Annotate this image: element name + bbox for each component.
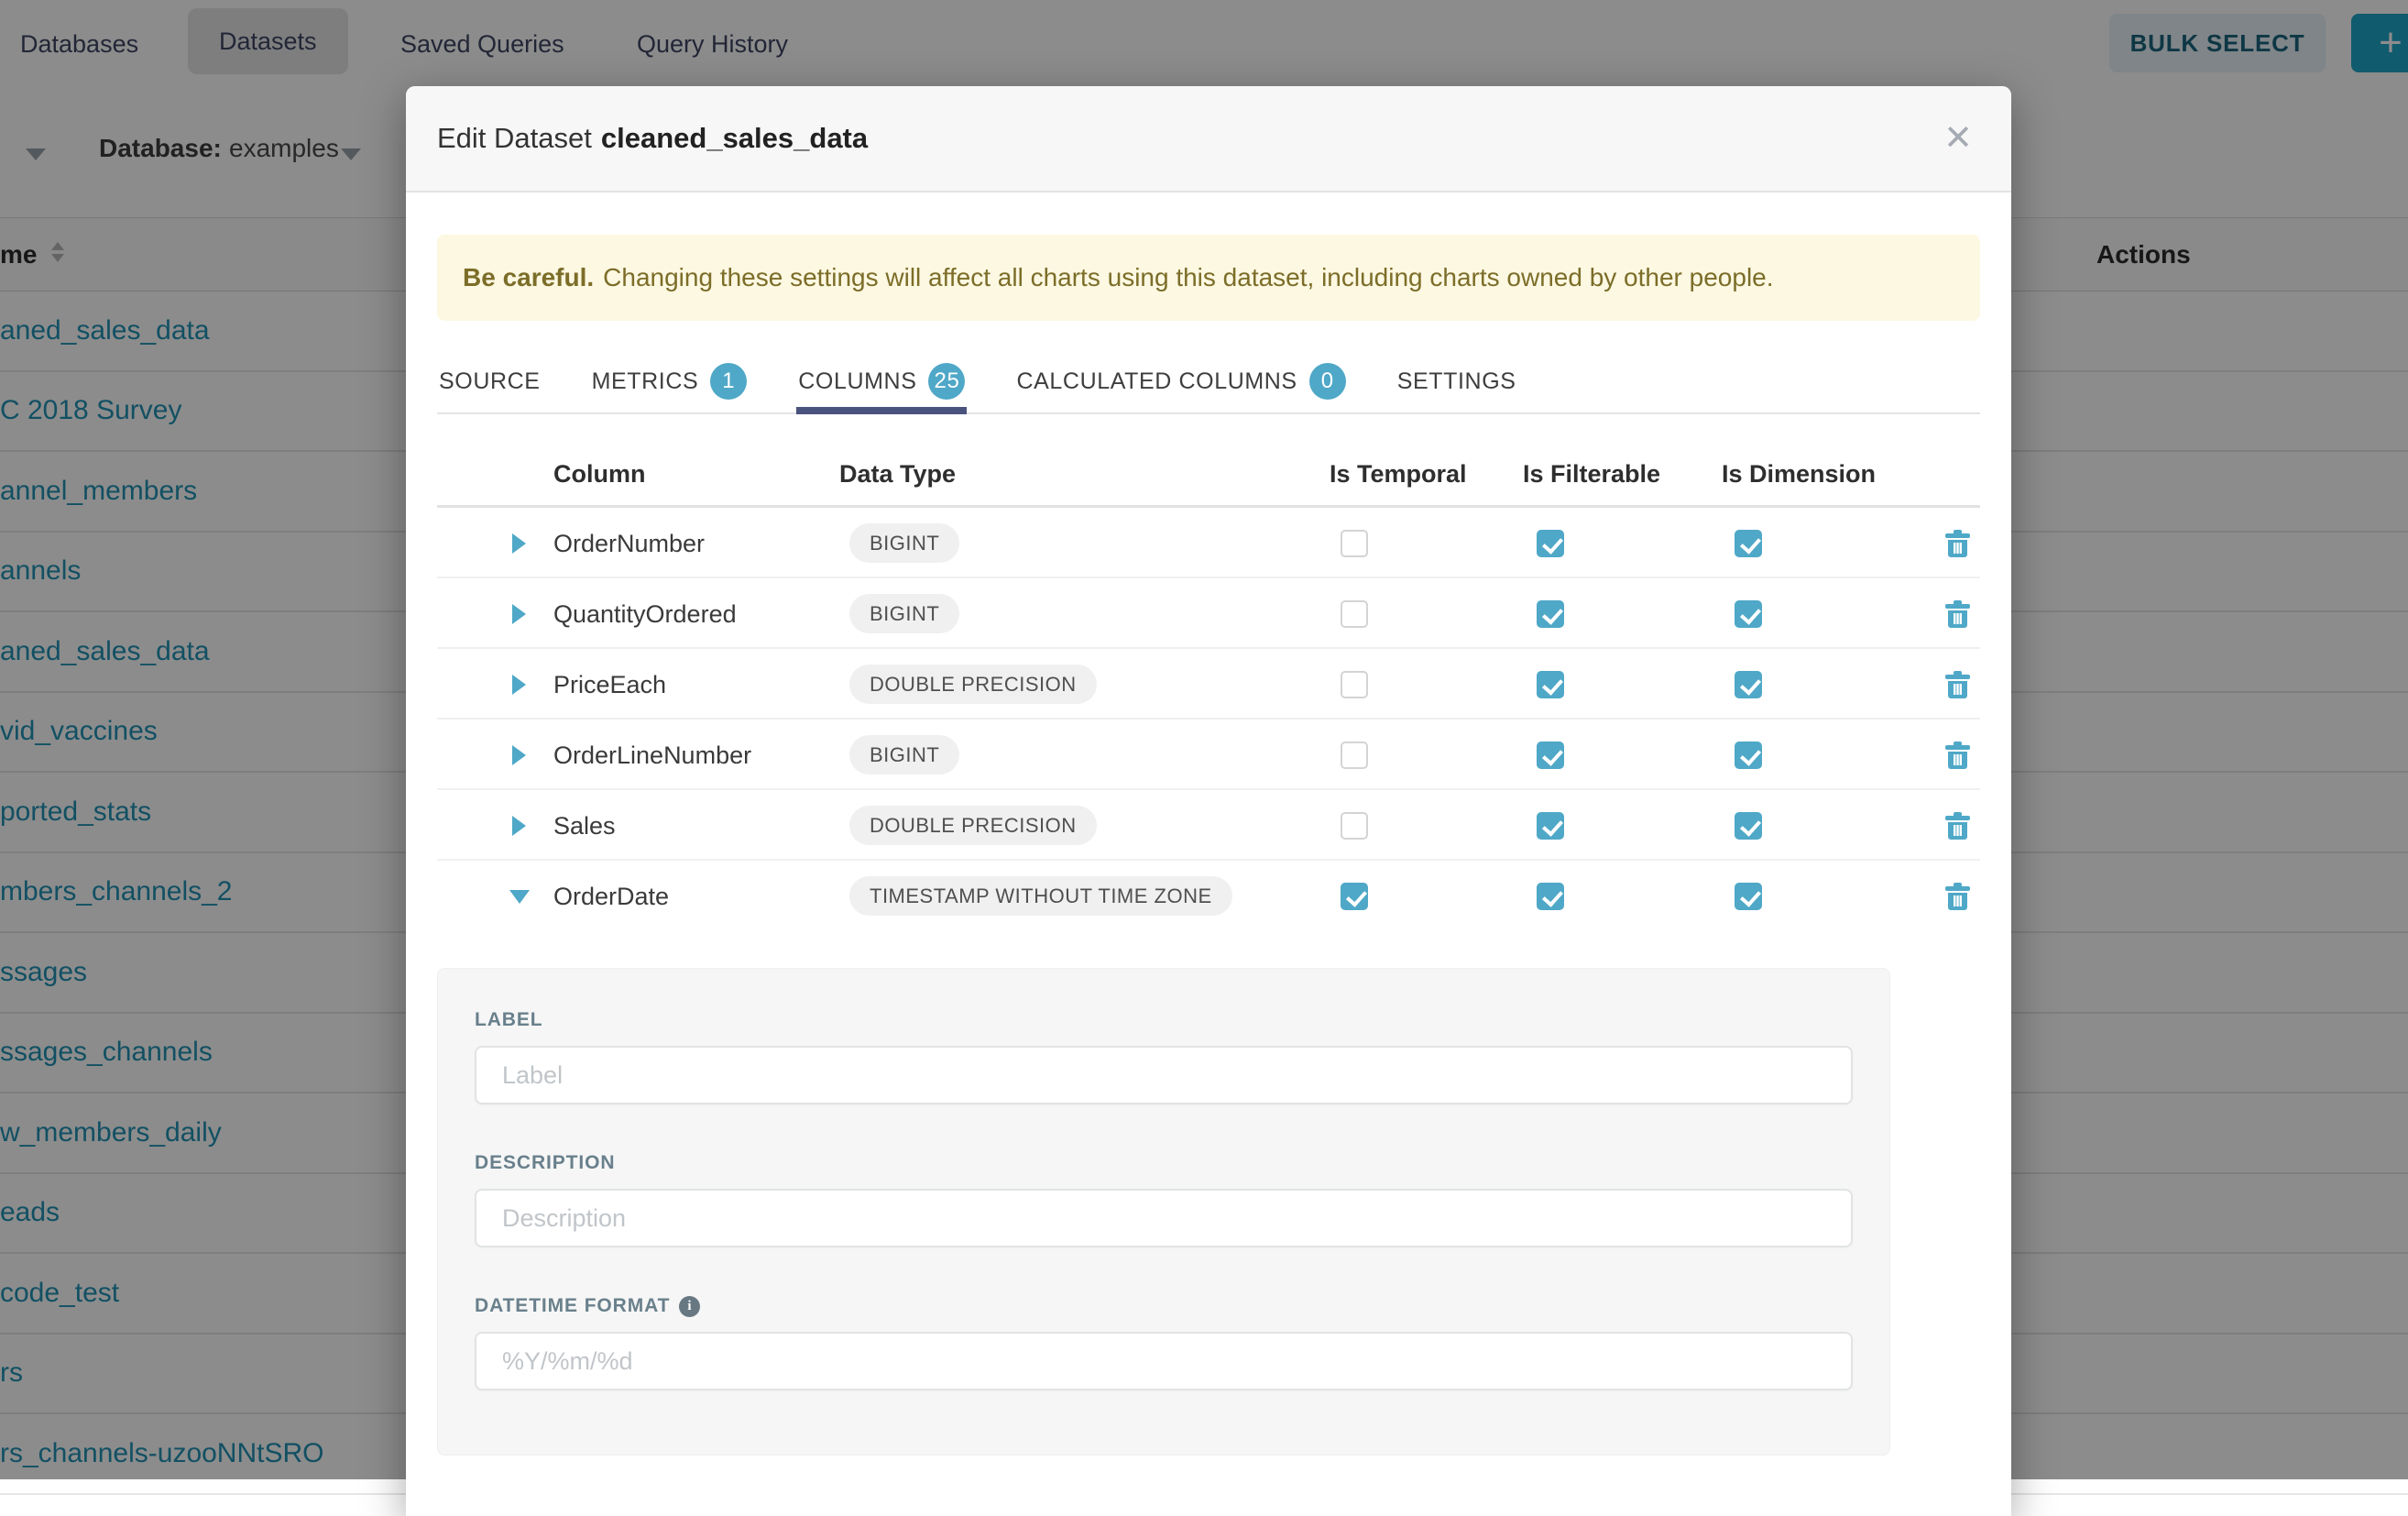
is-temporal-checkbox[interactable]: [1341, 742, 1368, 769]
description-field-label-text: DESCRIPTION: [475, 1152, 615, 1174]
column-name: OrderLineNumber: [553, 742, 751, 770]
is-filterable-checkbox[interactable]: [1537, 530, 1564, 557]
delete-column-icon[interactable]: [1945, 883, 1970, 911]
modal-title: Edit Dataset cleaned_sales_data: [437, 122, 868, 155]
expand-caret-icon[interactable]: [512, 745, 526, 765]
columns-count-badge: 25: [928, 363, 965, 400]
data-type-pill: BIGINT: [849, 594, 959, 633]
is-filterable-header: Is Filterable: [1523, 460, 1660, 489]
column-name: QuantityOrdered: [553, 600, 737, 629]
is-dimension-checkbox[interactable]: [1735, 883, 1762, 910]
data-type-pill: BIGINT: [849, 523, 959, 563]
columns-table-header: Column Data Type Is Temporal Is Filterab…: [437, 445, 1980, 508]
column-row: OrderLineNumber BIGINT: [437, 720, 1980, 790]
data-type-header: Data Type: [839, 460, 956, 489]
tab-label: SOURCE: [439, 363, 541, 400]
is-dimension-checkbox[interactable]: [1735, 600, 1762, 628]
column-header: Column: [553, 460, 646, 489]
info-icon[interactable]: i: [679, 1296, 700, 1317]
delete-column-icon[interactable]: [1945, 742, 1970, 770]
label-input[interactable]: [475, 1046, 1853, 1104]
column-name: OrderDate: [553, 883, 669, 911]
description-field-label: DESCRIPTION: [475, 1152, 1853, 1174]
label-field-label: LABEL: [475, 1009, 1853, 1031]
is-temporal-header: Is Temporal: [1330, 460, 1467, 489]
tab-label: CALCULATED COLUMNS: [1016, 363, 1297, 400]
column-name: PriceEach: [553, 671, 666, 699]
tab-columns[interactable]: COLUMNS 25: [796, 356, 967, 414]
is-dimension-header: Is Dimension: [1722, 460, 1876, 489]
data-type-pill: BIGINT: [849, 735, 959, 774]
label-field-label-text: LABEL: [475, 1009, 543, 1031]
columns-table-rows: OrderNumber BIGINT QuantityOrdered BIGIN…: [437, 508, 1980, 931]
is-dimension-checkbox[interactable]: [1735, 812, 1762, 840]
is-dimension-checkbox[interactable]: [1735, 742, 1762, 769]
is-filterable-checkbox[interactable]: [1537, 883, 1564, 910]
is-dimension-checkbox[interactable]: [1735, 671, 1762, 698]
edit-dataset-modal: Edit Dataset cleaned_sales_data ✕ Be care…: [406, 86, 2011, 1516]
data-type-pill: DOUBLE PRECISION: [849, 665, 1097, 704]
data-type-pill: DOUBLE PRECISION: [849, 806, 1097, 845]
warning-banner: Be careful. Changing these settings will…: [437, 235, 1980, 321]
column-name: OrderNumber: [553, 530, 705, 558]
is-dimension-checkbox[interactable]: [1735, 530, 1762, 557]
warning-bold-text: Be careful.: [463, 263, 594, 292]
datetime-format-label-text: DATETIME FORMAT: [475, 1295, 670, 1317]
is-filterable-checkbox[interactable]: [1537, 742, 1564, 769]
expand-caret-icon[interactable]: [512, 816, 526, 836]
modal-body: Be careful. Changing these settings will…: [406, 235, 2011, 1456]
column-row: PriceEach DOUBLE PRECISION: [437, 649, 1980, 720]
column-row-expanded: OrderDate TIMESTAMP WITHOUT TIME ZONE: [437, 861, 1980, 931]
is-temporal-checkbox[interactable]: [1341, 600, 1368, 628]
is-temporal-checkbox[interactable]: [1341, 671, 1368, 698]
tab-label: COLUMNS: [798, 363, 916, 400]
description-input[interactable]: [475, 1189, 1853, 1247]
delete-column-icon[interactable]: [1945, 671, 1970, 699]
modal-tabs: SOURCE METRICS 1 COLUMNS 25 CALCULATED C…: [437, 356, 1980, 414]
column-detail-panel: LABEL DESCRIPTION DATETIME FORMAT i: [437, 968, 1890, 1456]
is-temporal-checkbox[interactable]: [1341, 530, 1368, 557]
tab-calculated-columns[interactable]: CALCULATED COLUMNS 0: [1014, 356, 1347, 414]
delete-column-icon[interactable]: [1945, 812, 1970, 840]
close-icon[interactable]: ✕: [1936, 117, 1980, 159]
data-type-pill: TIMESTAMP WITHOUT TIME ZONE: [849, 876, 1232, 916]
tab-metrics[interactable]: METRICS 1: [590, 356, 750, 414]
datetime-format-input[interactable]: [475, 1332, 1853, 1390]
column-row: QuantityOrdered BIGINT: [437, 578, 1980, 649]
calculated-columns-count-badge: 0: [1309, 363, 1346, 400]
column-row: Sales DOUBLE PRECISION: [437, 790, 1980, 861]
is-filterable-checkbox[interactable]: [1537, 812, 1564, 840]
is-temporal-checkbox[interactable]: [1341, 812, 1368, 840]
expand-caret-icon[interactable]: [512, 604, 526, 624]
tab-label: METRICS: [592, 363, 699, 400]
delete-column-icon[interactable]: [1945, 600, 1970, 629]
tab-source[interactable]: SOURCE: [437, 356, 542, 414]
datetime-format-field-label: DATETIME FORMAT i: [475, 1295, 1853, 1317]
tab-label: SETTINGS: [1397, 363, 1516, 400]
expand-caret-icon[interactable]: [512, 675, 526, 695]
collapse-caret-icon[interactable]: [509, 890, 530, 904]
modal-header: Edit Dataset cleaned_sales_data ✕: [406, 86, 2011, 192]
modal-title-dataset-name: cleaned_sales_data: [601, 122, 868, 154]
is-filterable-checkbox[interactable]: [1537, 671, 1564, 698]
modal-title-prefix: Edit Dataset: [437, 122, 592, 154]
column-name: Sales: [553, 812, 616, 840]
tab-settings[interactable]: SETTINGS: [1396, 356, 1518, 414]
warning-text: Changing these settings will affect all …: [603, 263, 1773, 292]
is-filterable-checkbox[interactable]: [1537, 600, 1564, 628]
expand-caret-icon[interactable]: [512, 533, 526, 554]
is-temporal-checkbox[interactable]: [1341, 883, 1368, 910]
delete-column-icon[interactable]: [1945, 530, 1970, 558]
metrics-count-badge: 1: [710, 363, 747, 400]
column-row: OrderNumber BIGINT: [437, 508, 1980, 578]
